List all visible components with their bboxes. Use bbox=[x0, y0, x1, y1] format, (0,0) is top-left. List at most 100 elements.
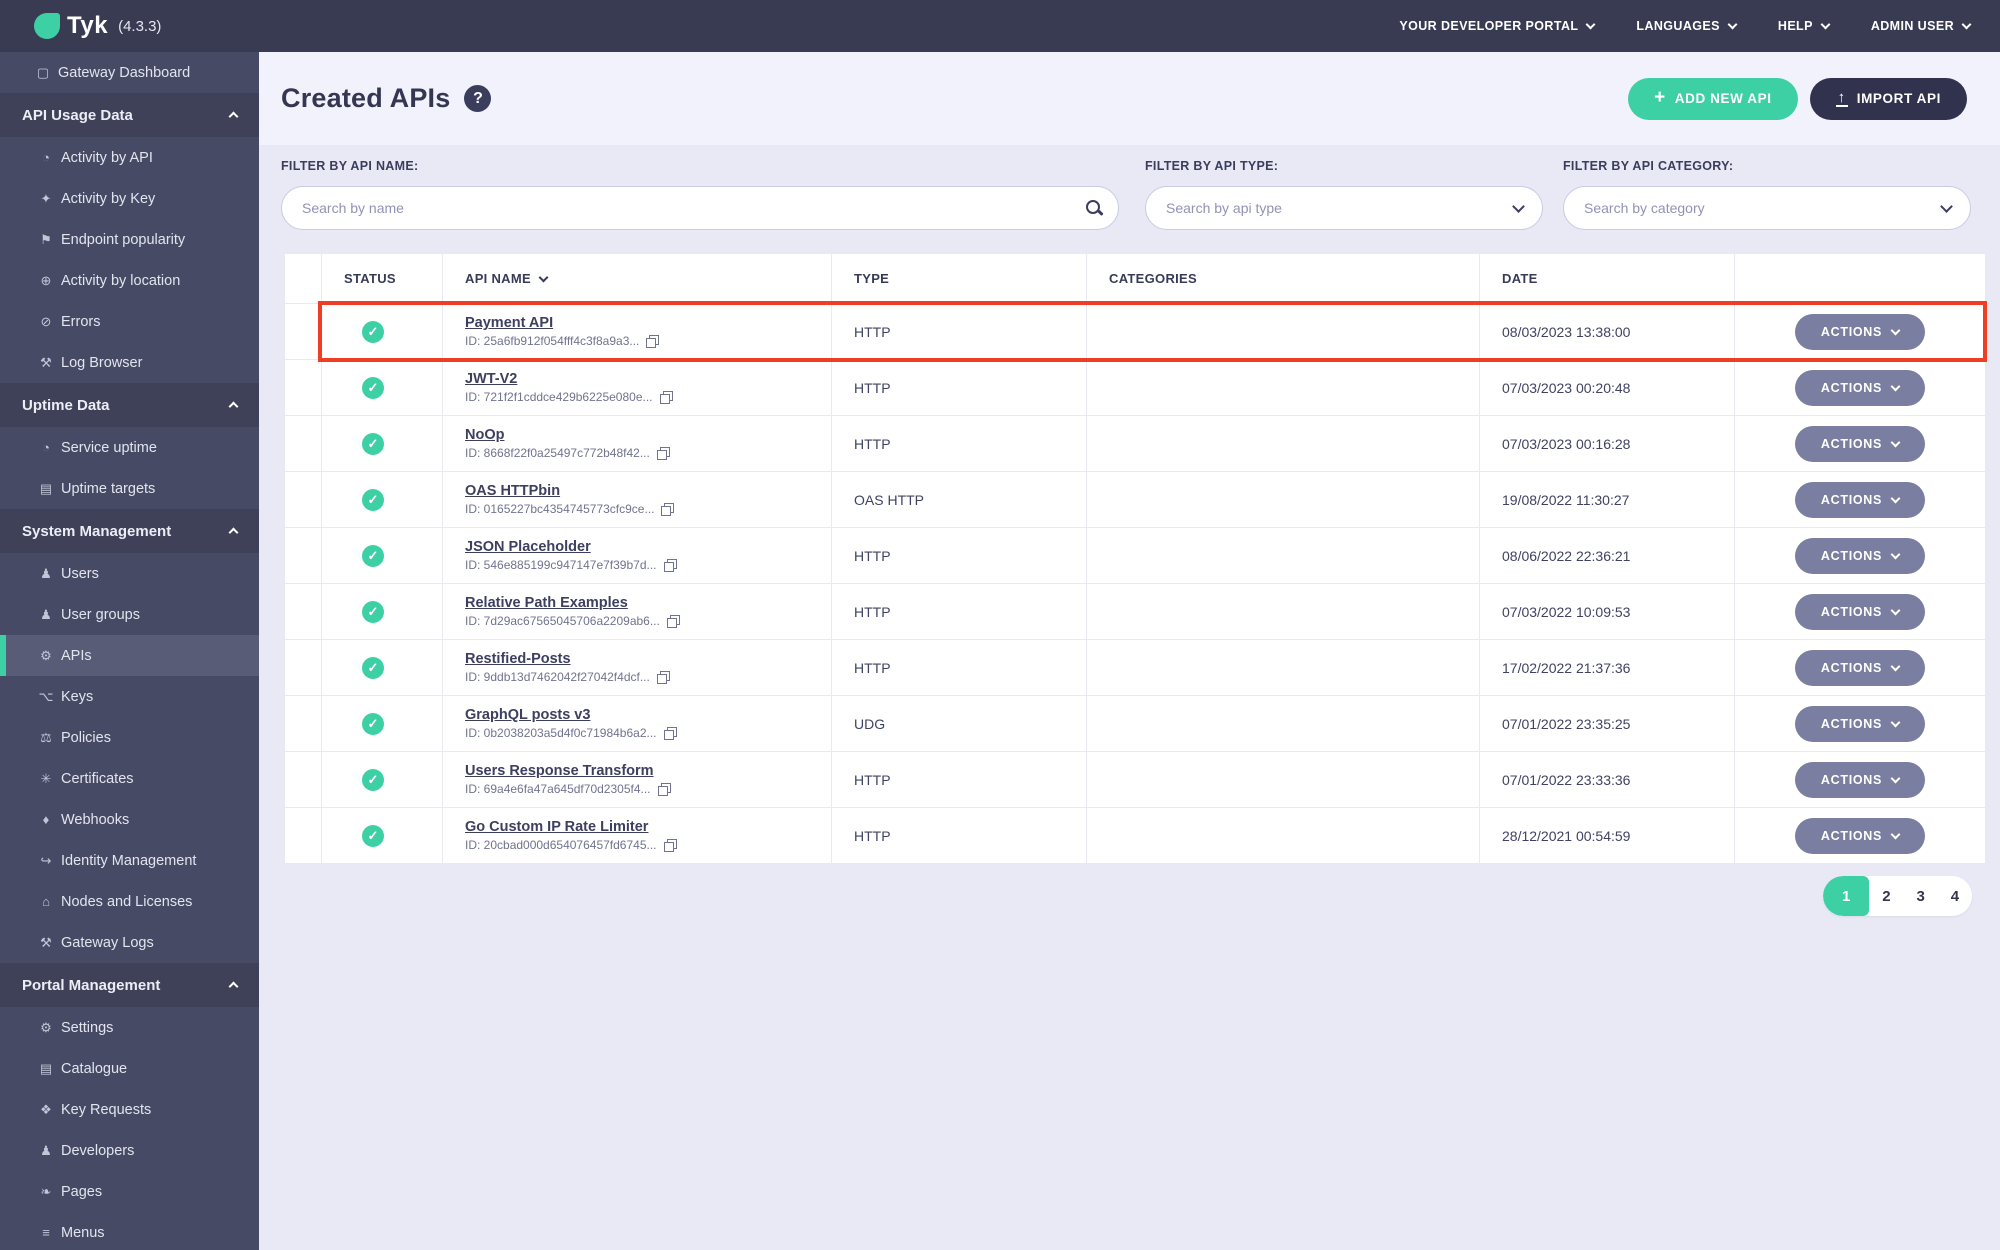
api-name-link-jwt-v2[interactable]: JWT-V2 bbox=[465, 371, 517, 387]
section-label: API Usage Data bbox=[22, 106, 133, 124]
row-spacer-cell bbox=[285, 528, 322, 583]
search-by-category-select[interactable]: Search by category bbox=[1563, 186, 1971, 230]
status-active-check-icon: ✓ bbox=[362, 824, 384, 847]
api-name-link-users-response-transform[interactable]: Users Response Transform bbox=[465, 763, 654, 779]
nav-your-developer-portal[interactable]: YOUR DEVELOPER PORTAL bbox=[1399, 19, 1596, 33]
sidebar-item-label: Identity Management bbox=[61, 852, 197, 869]
sidebar-item-gateway-logs[interactable]: ⚒ Gateway Logs bbox=[0, 922, 259, 963]
sidebar-item-policies[interactable]: ⚖ Policies bbox=[0, 717, 259, 758]
import-api-button[interactable]: ↑ IMPORT API bbox=[1809, 77, 1967, 120]
api-name-cell: Users Response Transform ID: 69a4e6fa47a6… bbox=[443, 752, 832, 807]
actions-button[interactable]: ACTIONS bbox=[1795, 425, 1925, 462]
api-name-link-go-custom-ip-rate-limiter[interactable]: Go Custom IP Rate Limiter bbox=[465, 819, 648, 835]
api-name-link-payment-api[interactable]: Payment API bbox=[465, 315, 553, 331]
list-icon: ▤ bbox=[39, 1060, 53, 1076]
table-row: ✓ NoOp ID: 8668f22f0a25497c772b48f42... HTT… bbox=[285, 416, 1985, 472]
sidebar-item-developers[interactable]: ♟ Developers bbox=[0, 1130, 259, 1171]
nav-languages[interactable]: LANGUAGES bbox=[1636, 19, 1738, 33]
actions-cell: ACTIONS bbox=[1735, 472, 1985, 527]
actions-button[interactable]: ACTIONS bbox=[1795, 481, 1925, 518]
add-new-api-button[interactable]: + ADD NEW API bbox=[1628, 77, 1798, 120]
sidebar-item-activity-by-key[interactable]: ✦ Activity by Key bbox=[0, 178, 259, 219]
sidebar-section-uptime-data[interactable]: Uptime Data bbox=[0, 383, 259, 427]
api-name-link-oas-httpbin[interactable]: OAS HTTPbin bbox=[465, 483, 560, 499]
search-by-name-input[interactable] bbox=[281, 186, 1119, 230]
copy-icon[interactable] bbox=[646, 334, 660, 348]
api-id-text: ID: 9ddb13d7462042f27042f4dcf... bbox=[465, 670, 650, 684]
copy-icon[interactable] bbox=[657, 782, 671, 796]
actions-button[interactable]: ACTIONS bbox=[1795, 817, 1925, 854]
copy-icon[interactable] bbox=[659, 390, 673, 404]
api-name-link-restified-posts[interactable]: Restified-Posts bbox=[465, 651, 571, 667]
sidebar-item-service-uptime[interactable]: ◔ Service uptime bbox=[0, 427, 259, 468]
sidebar-item-identity-management[interactable]: ↪ Identity Management bbox=[0, 840, 259, 881]
sidebar-item-users[interactable]: ♟ Users bbox=[0, 553, 259, 594]
categories-cell bbox=[1087, 752, 1480, 807]
sidebar-item-apis[interactable]: ⚙ APIs bbox=[0, 635, 259, 676]
copy-icon[interactable] bbox=[663, 838, 677, 852]
help-icon[interactable]: ? bbox=[464, 85, 492, 112]
actions-button[interactable]: ACTIONS bbox=[1795, 593, 1925, 630]
sidebar-item-gateway-dashboard[interactable]: ▢ Gateway Dashboard bbox=[0, 52, 259, 93]
actions-button[interactable]: ACTIONS bbox=[1795, 705, 1925, 742]
sidebar-item-catalogue[interactable]: ▤ Catalogue bbox=[0, 1048, 259, 1089]
page-2[interactable]: 2 bbox=[1869, 876, 1903, 916]
sidebar-item-webhooks[interactable]: ♦ Webhooks bbox=[0, 799, 259, 840]
chevron-down-icon bbox=[1890, 717, 1901, 727]
api-name-link-graphql-posts-v3[interactable]: GraphQL posts v3 bbox=[465, 707, 590, 723]
copy-icon[interactable] bbox=[656, 670, 670, 684]
api-name-link-json-placeholder[interactable]: JSON Placeholder bbox=[465, 539, 591, 555]
api-name-link-noop[interactable]: NoOp bbox=[465, 427, 504, 443]
api-id-text: ID: 7d29ac67565045706a2209ab6... bbox=[465, 614, 660, 628]
sidebar-section-api-usage-data[interactable]: API Usage Data bbox=[0, 93, 259, 137]
filter-by-name: FILTER BY API NAME: bbox=[281, 159, 1119, 230]
sidebar-item-activity-by-api[interactable]: ◔ Activity by API bbox=[0, 137, 259, 178]
sidebar-item-user-groups[interactable]: ♟ User groups bbox=[0, 594, 259, 635]
copy-icon[interactable] bbox=[666, 614, 680, 628]
page-3[interactable]: 3 bbox=[1903, 876, 1937, 916]
sidebar-item-settings[interactable]: ⚙ Settings bbox=[0, 1007, 259, 1048]
page-1[interactable]: 1 bbox=[1823, 876, 1870, 916]
actions-button[interactable]: ACTIONS bbox=[1795, 537, 1925, 574]
sidebar-item-nodes-and-licenses[interactable]: ⌂ Nodes and Licenses bbox=[0, 881, 259, 922]
sidebar-item-activity-by-location[interactable]: ⊕ Activity by location bbox=[0, 260, 259, 301]
sidebar-item-certificates[interactable]: ✳ Certificates bbox=[0, 758, 259, 799]
api-id-text: ID: 546e885199c947147e7f39b7d... bbox=[465, 558, 657, 572]
sidebar-item-keys[interactable]: ⌥ Keys bbox=[0, 676, 259, 717]
actions-button[interactable]: ACTIONS bbox=[1795, 313, 1925, 350]
tyk-logo[interactable]: Tyk (4.3.3) bbox=[34, 12, 161, 40]
sidebar-section-portal-management[interactable]: Portal Management bbox=[0, 963, 259, 1007]
table-row: ✓ JSON Placeholder ID: 546e885199c947147e7… bbox=[285, 528, 1985, 584]
sidebar-item-uptime-targets[interactable]: ▤ Uptime targets bbox=[0, 468, 259, 509]
sort-chevron-icon[interactable] bbox=[538, 272, 549, 282]
copy-icon[interactable] bbox=[661, 502, 675, 516]
sidebar-item-label: Certificates bbox=[61, 770, 134, 787]
row-spacer-cell bbox=[285, 584, 322, 639]
sidebar-item-errors[interactable]: ⊘ Errors bbox=[0, 301, 259, 342]
sidebar-section-system-management[interactable]: System Management bbox=[0, 509, 259, 553]
column-header-status: STATUS bbox=[322, 254, 443, 303]
copy-icon[interactable] bbox=[656, 446, 670, 460]
sidebar-item-label: Key Requests bbox=[61, 1101, 152, 1118]
actions-cell: ACTIONS bbox=[1735, 640, 1985, 695]
copy-icon[interactable] bbox=[663, 558, 677, 572]
actions-button[interactable]: ACTIONS bbox=[1795, 761, 1925, 798]
sidebar-item-menus[interactable]: ≡ Menus bbox=[0, 1212, 259, 1250]
sidebar-item-log-browser[interactable]: ⚒ Log Browser bbox=[0, 342, 259, 383]
nav-help[interactable]: HELP bbox=[1778, 19, 1831, 33]
section-label: System Management bbox=[22, 522, 172, 540]
actions-button[interactable]: ACTIONS bbox=[1795, 649, 1925, 686]
copy-icon[interactable] bbox=[663, 726, 677, 740]
actions-button[interactable]: ACTIONS bbox=[1795, 369, 1925, 406]
nav-admin-user[interactable]: ADMIN USER bbox=[1871, 19, 1972, 33]
sidebar-item-key-requests[interactable]: ❖ Key Requests bbox=[0, 1089, 259, 1130]
search-by-type-select[interactable]: Search by api type bbox=[1145, 186, 1543, 230]
filter-by-type: FILTER BY API TYPE: Search by api type bbox=[1145, 159, 1543, 230]
sidebar-item-pages[interactable]: ❧ Pages bbox=[0, 1171, 259, 1212]
table-row: ✓ GraphQL posts v3 ID: 0b2038203a5d4f0c719… bbox=[285, 696, 1985, 752]
api-name-link-relative-path-examples[interactable]: Relative Path Examples bbox=[465, 595, 628, 611]
sidebar-item-endpoint-popularity[interactable]: ⚑ Endpoint popularity bbox=[0, 219, 259, 260]
actions-cell: ACTIONS bbox=[1735, 696, 1985, 751]
page-4[interactable]: 4 bbox=[1938, 876, 1972, 916]
status-active-check-icon: ✓ bbox=[362, 712, 384, 735]
